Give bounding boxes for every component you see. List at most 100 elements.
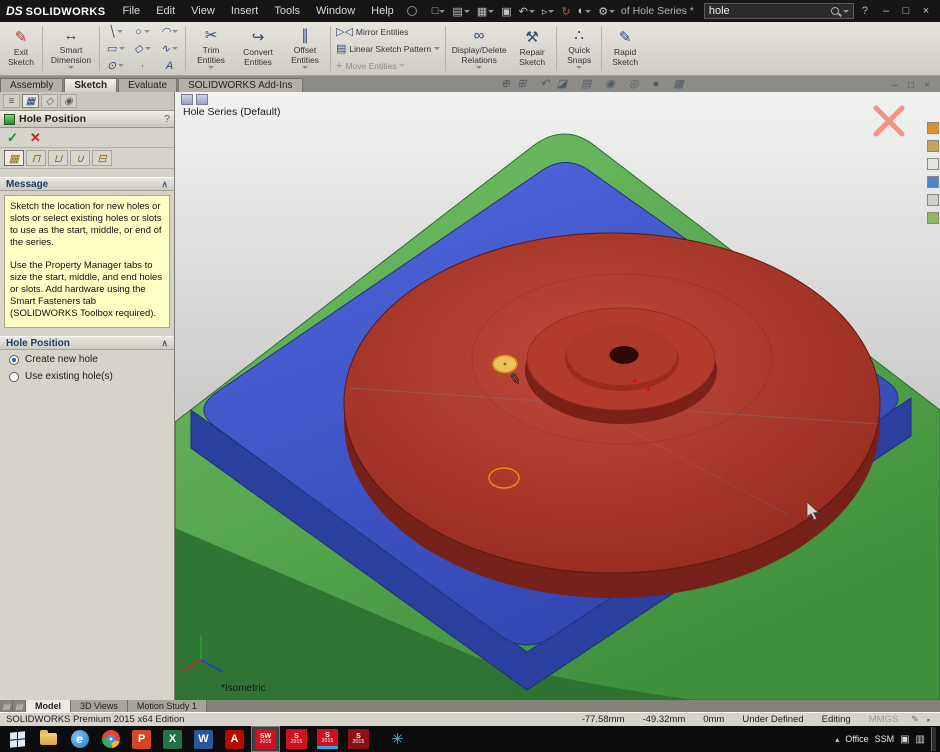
tab-sketch[interactable]: Sketch bbox=[64, 78, 117, 92]
propertymanager-tab[interactable]: ▦ bbox=[22, 94, 39, 108]
file-explorer-button[interactable] bbox=[35, 727, 62, 751]
menu-window[interactable]: Window bbox=[309, 3, 362, 19]
apply-scene-button[interactable]: ▦ bbox=[673, 77, 690, 90]
hole-position-section-header[interactable]: Hole Position ∧ bbox=[0, 336, 174, 350]
smart-dimension-button[interactable]: ↔ Smart Dimension bbox=[45, 23, 97, 74]
tab-solidworks-add-ins[interactable]: SOLIDWORKS Add-Ins bbox=[178, 78, 302, 92]
doc-close-button[interactable]: × bbox=[920, 80, 934, 91]
line-tool-button[interactable]: ╲ bbox=[102, 23, 129, 40]
close-button[interactable]: × bbox=[916, 5, 936, 17]
minimize-button[interactable]: – bbox=[876, 5, 896, 17]
tab-last-part[interactable]: ∪ bbox=[70, 150, 90, 166]
dropdown-caret-icon[interactable] bbox=[576, 66, 582, 69]
tab-scroll-right-icon[interactable]: ▤ bbox=[13, 700, 26, 712]
radio-use-existing-hole[interactable]: Use existing hole(s) bbox=[0, 367, 174, 384]
powerpoint-button[interactable]: P bbox=[128, 727, 155, 751]
trim-entities-button[interactable]: ✂ Trim Entities bbox=[188, 23, 234, 74]
convert-entities-button[interactable]: ↪ Convert Entities bbox=[234, 23, 282, 74]
tab-scroll-left-icon[interactable]: ▤ bbox=[0, 700, 13, 712]
center-hole[interactable] bbox=[610, 347, 638, 364]
tray-office-label[interactable]: Office bbox=[845, 734, 868, 744]
help-icon[interactable]: ? bbox=[856, 5, 874, 17]
display-style-button[interactable]: ◉ bbox=[605, 77, 622, 90]
quick-snaps-button[interactable]: ∴ Quick Snaps bbox=[559, 23, 599, 74]
units-selector[interactable]: MMGS bbox=[860, 714, 908, 725]
displaymanager-tab[interactable]: ◉ bbox=[60, 94, 77, 108]
chrome-button[interactable] bbox=[97, 727, 124, 751]
solidworks-taskbar-button[interactable]: SW2015 bbox=[252, 727, 279, 751]
point-tool-button[interactable]: ∙ bbox=[129, 57, 156, 74]
start-button[interactable] bbox=[4, 727, 31, 751]
design-library-tab-icon[interactable] bbox=[927, 140, 939, 152]
menu-view[interactable]: View bbox=[184, 3, 222, 19]
select-button[interactable]: ▹ bbox=[539, 4, 558, 19]
dropdown-caret-icon[interactable] bbox=[68, 66, 74, 69]
zoom-fit-button[interactable]: ⊕ bbox=[501, 77, 510, 90]
menu-insert[interactable]: Insert bbox=[224, 3, 266, 19]
tab-assembly[interactable]: Assembly bbox=[0, 78, 63, 92]
viewport-canvas[interactable]: ✎ Hole Series (Default) bbox=[175, 92, 940, 700]
rectangle-tool-button[interactable]: ▭ bbox=[102, 40, 129, 57]
section-view-button[interactable]: ◪ bbox=[557, 77, 574, 90]
dropdown-caret-icon[interactable] bbox=[476, 66, 482, 69]
search-caret-icon[interactable] bbox=[843, 10, 849, 13]
tab-smart-fasteners[interactable]: ⊟ bbox=[92, 150, 112, 166]
internet-explorer-button[interactable]: e bbox=[66, 727, 93, 751]
offset-entities-button[interactable]: ∥ Offset Entities bbox=[282, 23, 328, 74]
task-pane-toggle-icon[interactable]: ▪ bbox=[923, 715, 934, 725]
esnow-button[interactable]: ✳ bbox=[376, 727, 403, 751]
restore-button[interactable]: □ bbox=[896, 5, 916, 17]
appearances-tab-icon[interactable] bbox=[927, 194, 939, 206]
doc-restore-button[interactable]: □ bbox=[904, 80, 918, 91]
move-entities-button[interactable]: +Move Entities bbox=[333, 58, 443, 73]
featuremanager-tab[interactable]: ≡ bbox=[3, 94, 20, 108]
excel-button[interactable]: X bbox=[159, 727, 186, 751]
save-button[interactable]: ▦ bbox=[474, 4, 497, 19]
pin-menu-icon[interactable] bbox=[407, 6, 417, 16]
radio-create-new-hole[interactable]: Create new hole bbox=[0, 350, 174, 367]
breadcrumb-icon[interactable] bbox=[196, 94, 208, 105]
message-section-header[interactable]: Message ∧ bbox=[0, 177, 174, 191]
previous-view-button[interactable]: ↶ bbox=[540, 77, 549, 90]
acrobat-button[interactable]: A bbox=[221, 727, 248, 751]
panel-help-icon[interactable]: ? bbox=[164, 113, 170, 125]
tab-model[interactable]: Model bbox=[26, 700, 71, 712]
tray-icon-1[interactable]: ▣ bbox=[900, 734, 909, 745]
show-desktop-button[interactable] bbox=[931, 727, 936, 751]
repair-sketch-button[interactable]: ⚒ Repair Sketch bbox=[510, 23, 554, 74]
featuremanager-flyout-icon[interactable] bbox=[181, 94, 193, 105]
ok-button[interactable]: ✓ bbox=[7, 130, 18, 146]
menu-edit[interactable]: Edit bbox=[149, 3, 182, 19]
tab-evaluate[interactable]: Evaluate bbox=[118, 78, 177, 92]
menu-file[interactable]: File bbox=[115, 3, 147, 19]
rapid-sketch-button[interactable]: ✎ Rapid Sketch bbox=[604, 23, 646, 74]
doc-minimize-button[interactable]: – bbox=[888, 80, 902, 91]
exit-sketch-button[interactable]: ✎ Exit Sketch bbox=[2, 23, 40, 74]
linear-sketch-pattern-button[interactable]: ▤Linear Sketch Pattern bbox=[333, 41, 443, 56]
view-orientation-button[interactable]: ▤ bbox=[581, 77, 598, 90]
edit-appearance-button[interactable]: ● bbox=[653, 78, 667, 90]
tab-hole-position[interactable]: ▦ bbox=[4, 150, 24, 166]
red-disc-part[interactable] bbox=[344, 233, 880, 598]
search-icon[interactable] bbox=[831, 7, 839, 15]
zoom-area-button[interactable]: ⊞ bbox=[517, 77, 533, 90]
spline-tool-button[interactable]: ∿ bbox=[156, 40, 183, 57]
options-button[interactable]: ⚙ bbox=[595, 4, 618, 19]
ellipse-tool-button[interactable]: ⊙ bbox=[102, 57, 129, 74]
solidworks-2015-button-2[interactable]: S2015 bbox=[314, 727, 341, 751]
polygon-tool-button[interactable]: ◇ bbox=[129, 40, 156, 57]
circle-tool-button[interactable]: ○ bbox=[129, 23, 156, 40]
view-palette-tab-icon[interactable] bbox=[927, 176, 939, 188]
file-explorer-tab-icon[interactable] bbox=[927, 158, 939, 170]
tab-motion-study-1[interactable]: Motion Study 1 bbox=[128, 700, 207, 712]
cancel-button[interactable]: ✕ bbox=[30, 130, 41, 146]
arc-tool-button[interactable]: ◠ bbox=[156, 23, 183, 40]
search-input[interactable] bbox=[709, 5, 827, 17]
mirror-entities-button[interactable]: ▷◁Mirror Entities bbox=[333, 24, 443, 39]
open-file-button[interactable]: ▤ bbox=[449, 4, 472, 19]
configurationmanager-tab[interactable]: ◇ bbox=[41, 94, 58, 108]
appearance-button[interactable]: ◐ bbox=[575, 4, 595, 18]
text-tool-button[interactable]: A bbox=[156, 57, 183, 74]
tray-ssm-label[interactable]: SSM bbox=[875, 734, 895, 744]
custom-properties-tab-icon[interactable] bbox=[927, 212, 939, 224]
